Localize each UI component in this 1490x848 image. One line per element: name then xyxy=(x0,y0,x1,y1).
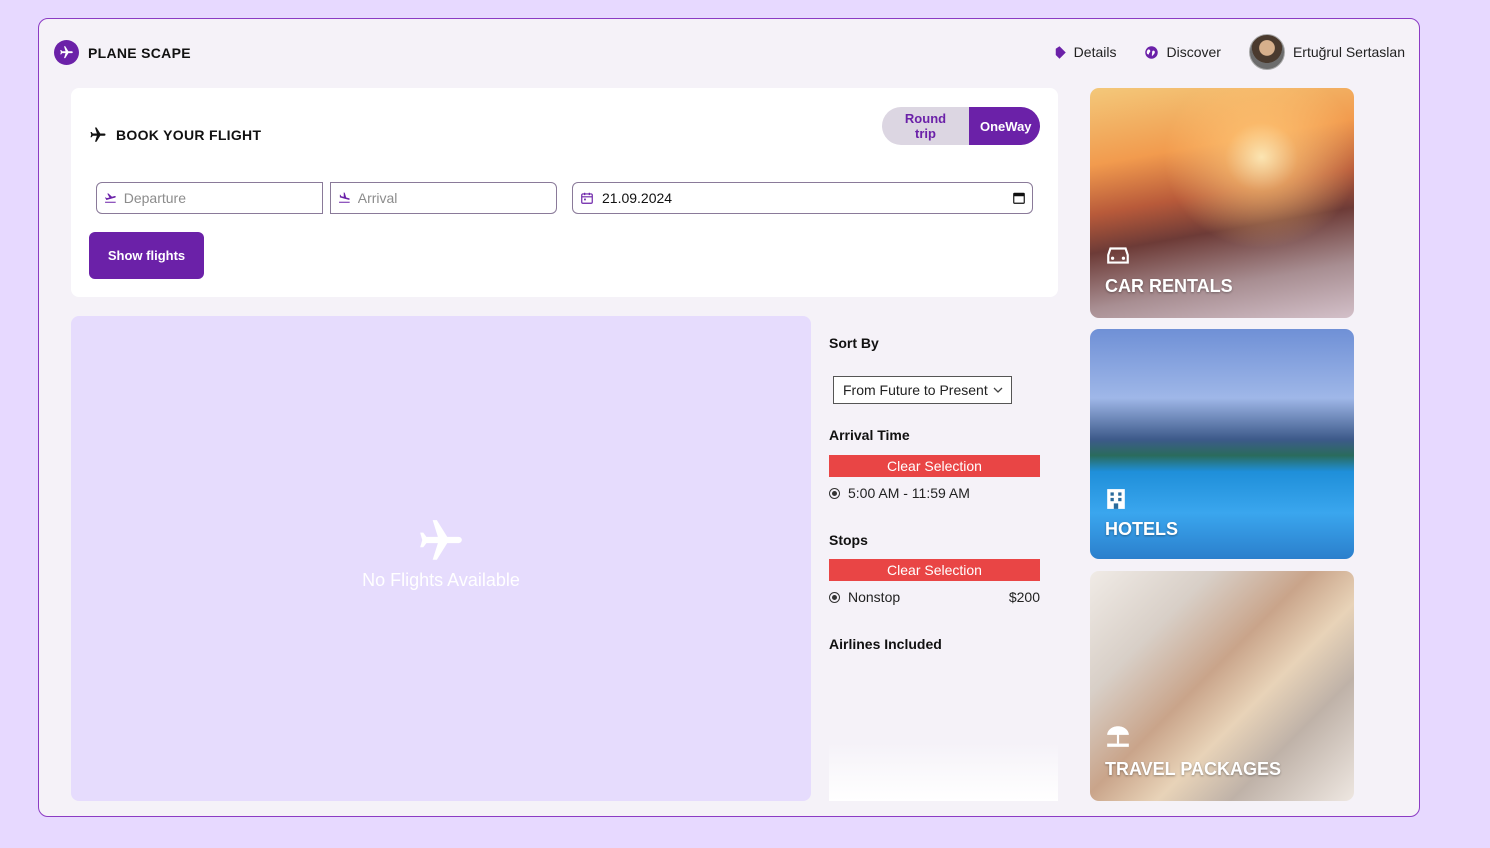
arrival-option-label: 5:00 AM - 11:59 AM xyxy=(848,485,970,501)
booking-title: BOOK YOUR FLIGHT xyxy=(89,126,261,144)
radio-icon[interactable] xyxy=(829,487,840,499)
logo[interactable]: PLANE SCAPE xyxy=(54,40,191,65)
show-flights-button[interactable]: Show flights xyxy=(89,232,204,279)
stops-price: $200 xyxy=(1008,589,1040,605)
user-profile[interactable]: Ertuğrul Sertaslan xyxy=(1248,34,1405,70)
user-name: Ertuğrul Sertaslan xyxy=(1292,44,1405,60)
plane-icon xyxy=(420,520,462,560)
booking-card: BOOK YOUR FLIGHT Round trip OneWay 21.09… xyxy=(71,88,1058,297)
stops-clear-button[interactable]: Clear Selection xyxy=(829,559,1040,581)
date-picker-icon[interactable] xyxy=(1012,191,1026,205)
stops-option[interactable]: Nonstop $200 xyxy=(829,589,1040,605)
car-icon xyxy=(1107,247,1129,264)
arrival-option[interactable]: 5:00 AM - 11:59 AM xyxy=(829,485,1040,501)
nav-discover-label: Discover xyxy=(1166,44,1221,60)
departure-input[interactable] xyxy=(123,190,322,206)
nav-details[interactable]: Details xyxy=(1052,44,1117,60)
oneway-button[interactable]: OneWay xyxy=(969,107,1040,145)
date-field[interactable]: 21.09.2024 xyxy=(572,182,1033,214)
round-trip-button[interactable]: Round trip xyxy=(882,107,969,145)
takeoff-icon xyxy=(105,193,116,203)
plane-icon xyxy=(90,127,106,142)
trip-type-toggle: Round trip OneWay xyxy=(882,107,1040,145)
globe-icon xyxy=(1145,45,1159,59)
arrival-field[interactable] xyxy=(330,182,557,214)
car-rentals-card[interactable]: CAR RENTALS xyxy=(1090,88,1354,318)
tag-icon xyxy=(1055,45,1066,59)
sort-selected: From Future to Present xyxy=(843,382,988,398)
avatar xyxy=(1248,34,1285,70)
nav-discover[interactable]: Discover xyxy=(1144,44,1221,60)
empty-message: No Flights Available xyxy=(362,570,520,590)
filters-panel: Sort By From Future to Present Arrival T… xyxy=(829,316,1058,801)
departure-field[interactable] xyxy=(96,182,323,214)
airlines-heading: Airlines Included xyxy=(829,636,942,652)
hotels-card[interactable]: HOTELS xyxy=(1090,329,1354,559)
car-rentals-label: CAR RENTALS xyxy=(1105,276,1233,296)
sort-select[interactable]: From Future to Present xyxy=(833,376,1012,404)
app-frame: PLANE SCAPE Details Discover Ertuğrul Se… xyxy=(38,18,1420,817)
arrival-time-heading: Arrival Time xyxy=(829,427,910,443)
flight-results: No Flights Available xyxy=(71,316,811,801)
sort-heading: Sort By xyxy=(829,335,879,351)
travel-packages-card[interactable]: TRAVEL PACKAGES xyxy=(1090,571,1354,801)
hotel-icon xyxy=(1107,489,1125,509)
plane-logo-icon xyxy=(54,40,79,65)
umbrella-icon xyxy=(1107,726,1129,747)
stops-heading: Stops xyxy=(829,532,868,548)
stops-option-label: Nonstop xyxy=(848,589,901,605)
chevron-down-icon xyxy=(993,387,1003,393)
arrival-input[interactable] xyxy=(357,190,556,206)
nav-details-label: Details xyxy=(1073,44,1117,60)
logo-text: PLANE SCAPE xyxy=(88,44,191,61)
date-value: 21.09.2024 xyxy=(602,190,673,206)
travel-packages-label: TRAVEL PACKAGES xyxy=(1105,759,1282,779)
hotels-label: HOTELS xyxy=(1105,519,1179,539)
calendar-icon xyxy=(581,192,593,204)
top-nav: Details Discover Ertuğrul Sertaslan xyxy=(1024,34,1405,70)
landing-icon xyxy=(339,192,350,203)
arrival-clear-button[interactable]: Clear Selection xyxy=(829,455,1040,477)
empty-state: No Flights Available xyxy=(71,516,811,591)
booking-title-text: BOOK YOUR FLIGHT xyxy=(116,127,262,143)
radio-icon[interactable] xyxy=(829,591,840,603)
